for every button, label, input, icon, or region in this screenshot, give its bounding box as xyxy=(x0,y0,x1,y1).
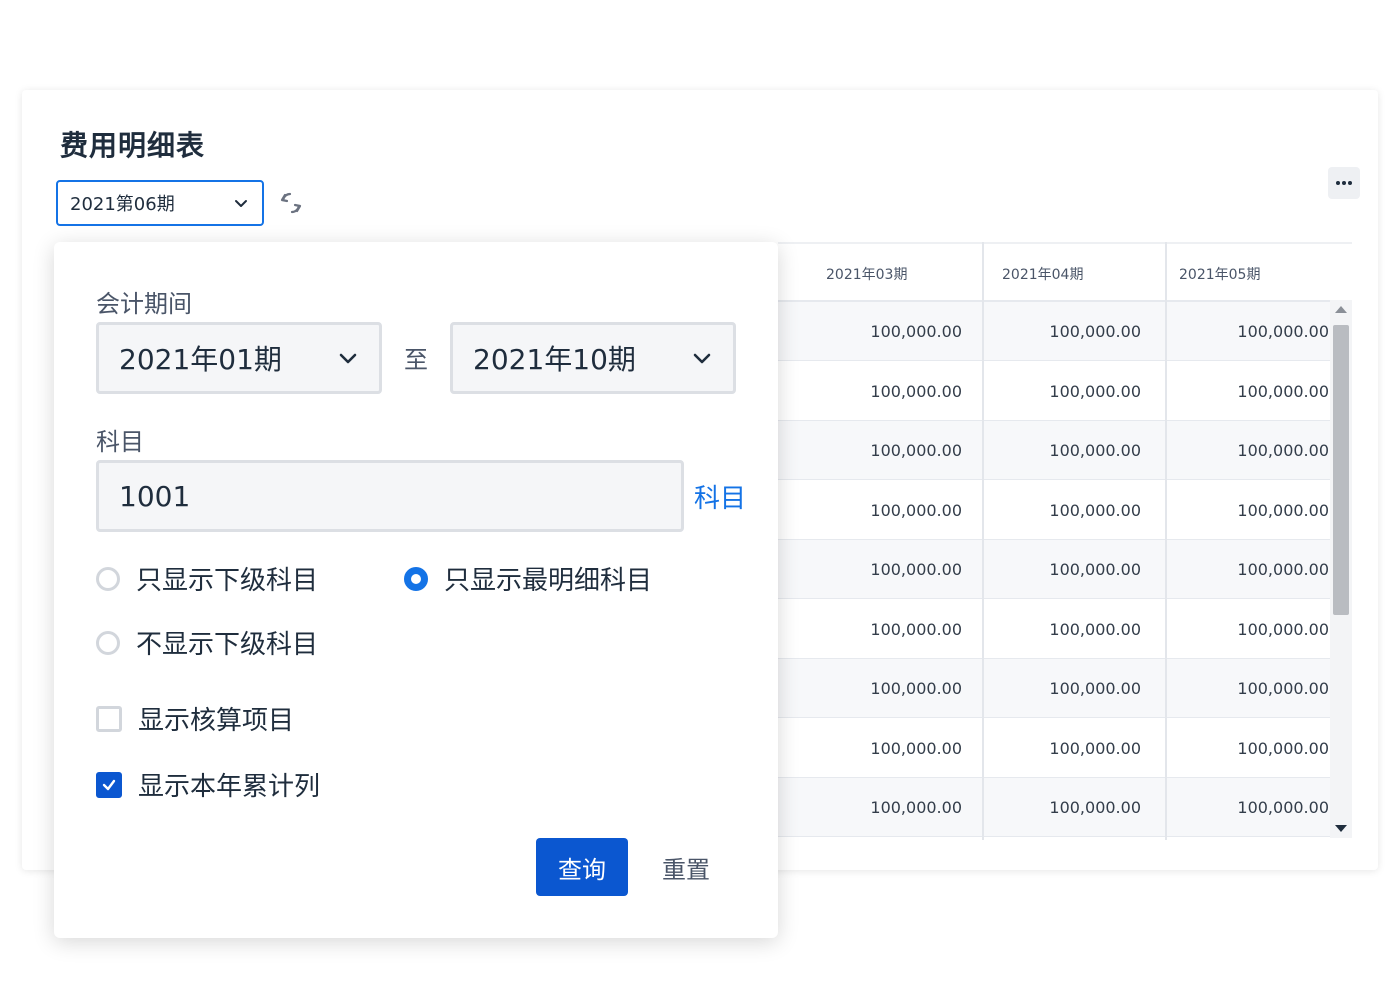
table-cell[interactable]: 100,000.00 xyxy=(1199,540,1329,599)
scroll-up-icon[interactable] xyxy=(1335,306,1347,313)
table-cell[interactable]: 100,000.00 xyxy=(1011,600,1141,659)
table-cell[interactable]: 100,000.00 xyxy=(1011,659,1141,718)
column-header[interactable]: 2021年03期 xyxy=(808,244,907,302)
table-cell[interactable]: 100,000.00 xyxy=(1011,302,1141,361)
refresh-icon[interactable] xyxy=(277,189,305,217)
table-row[interactable]: 100,000.00 100,000.00 100,000.00 xyxy=(778,302,1330,361)
scroll-down-icon[interactable] xyxy=(1335,825,1347,832)
period-to-select[interactable]: 2021年10期 xyxy=(450,322,736,394)
column-divider xyxy=(1165,242,1167,840)
table-cell[interactable]: 100,000.00 xyxy=(1199,481,1329,540)
period-to-value: 2021年10期 xyxy=(473,343,636,376)
table-row[interactable]: 100,000.00 100,000.00 100,000.00 xyxy=(778,719,1330,778)
table-cell[interactable]: 100,000.00 xyxy=(1011,362,1141,421)
table-cell[interactable]: 100,000.00 xyxy=(832,302,962,361)
table-cell[interactable]: 100,000.00 xyxy=(1199,421,1329,480)
table-row[interactable]: 100,000.00 100,000.00 100,000.00 xyxy=(778,778,1330,837)
grid-header: 2021年03期 2021年04期 2021年05期 xyxy=(778,242,1352,302)
radio-label: 只显示下级科目 xyxy=(136,566,319,596)
table-cell[interactable]: 100,000.00 xyxy=(1199,362,1329,421)
checkbox-label: 显示核算项目 xyxy=(138,706,295,736)
radio-label: 不显示下级科目 xyxy=(136,630,319,660)
page-title: 费用明细表 xyxy=(60,129,206,162)
table-cell[interactable]: 100,000.00 xyxy=(1199,659,1329,718)
table-cell[interactable]: 100,000.00 xyxy=(832,600,962,659)
table-cell[interactable]: 100,000.00 xyxy=(1011,778,1141,837)
checkbox-box[interactable] xyxy=(96,705,122,732)
radio-dot[interactable] xyxy=(96,566,120,591)
table-cell[interactable]: 100,000.00 xyxy=(1011,481,1141,540)
radio-most-detailed[interactable]: 只显示最明细科目 xyxy=(404,560,652,597)
query-button[interactable]: 查询 xyxy=(536,838,628,896)
table-cell[interactable]: 100,000.00 xyxy=(832,719,962,778)
table-cell[interactable]: 100,000.00 xyxy=(1199,600,1329,659)
table-cell[interactable]: 100,000.00 xyxy=(832,481,962,540)
period-select-value: 2021第06期 xyxy=(70,194,175,215)
table-row[interactable]: 100,000.00 100,000.00 100,000.00 xyxy=(778,540,1330,599)
vertical-scrollbar[interactable] xyxy=(1330,300,1352,838)
radio-dot[interactable] xyxy=(96,630,120,655)
check-icon xyxy=(102,779,116,790)
account-picker-link[interactable]: 科目 xyxy=(694,478,746,515)
table-row[interactable]: 100,000.00 100,000.00 100,000.00 xyxy=(778,362,1330,421)
column-header[interactable]: 2021年05期 xyxy=(1161,244,1260,302)
table-cell[interactable]: 100,000.00 xyxy=(1011,719,1141,778)
table-cell[interactable]: 100,000.00 xyxy=(832,778,962,837)
period-from-value: 2021年01期 xyxy=(119,343,282,376)
table-cell[interactable]: 100,000.00 xyxy=(1011,421,1141,480)
period-select[interactable]: 2021第06期 xyxy=(56,180,264,226)
table-cell[interactable]: 100,000.00 xyxy=(832,659,962,718)
radio-no-subordinate[interactable]: 不显示下级科目 xyxy=(96,624,318,661)
table-cell[interactable]: 100,000.00 xyxy=(832,362,962,421)
table-row[interactable]: 100,000.00 100,000.00 100,000.00 xyxy=(778,600,1330,659)
table-cell[interactable]: 100,000.00 xyxy=(1199,778,1329,837)
radio-dot-selected[interactable] xyxy=(404,566,428,591)
period-label: 会计期间 xyxy=(96,290,192,318)
checkbox-label: 显示本年累计列 xyxy=(138,772,321,802)
reset-button[interactable]: 重置 xyxy=(662,850,710,885)
scrollbar-thumb[interactable] xyxy=(1333,325,1349,615)
radio-label: 只显示最明细科目 xyxy=(444,566,653,596)
table-row[interactable]: 100,000.00 100,000.00 100,000.00 xyxy=(778,481,1330,540)
table-row[interactable]: 100,000.00 100,000.00 100,000.00 xyxy=(778,659,1330,718)
table-cell[interactable]: 100,000.00 xyxy=(1011,540,1141,599)
chevron-down-icon xyxy=(693,353,711,364)
radio-subordinate-only[interactable]: 只显示下级科目 xyxy=(96,560,318,597)
more-horizontal-icon xyxy=(1336,181,1352,185)
chevron-down-icon xyxy=(235,200,247,207)
column-divider xyxy=(982,242,984,840)
table-cell[interactable]: 100,000.00 xyxy=(832,540,962,599)
account-label: 科目 xyxy=(96,428,144,456)
table-cell[interactable]: 100,000.00 xyxy=(832,421,962,480)
filter-panel: 会计期间 2021年01期 至 2021年10期 科目 科目 只显示下级科目 只… xyxy=(54,242,778,938)
table-cell[interactable]: 100,000.00 xyxy=(1199,719,1329,778)
checkbox-box-checked[interactable] xyxy=(96,771,122,798)
data-grid: 2021年03期 2021年04期 2021年05期 100,000.00 100… xyxy=(778,242,1352,840)
table-cell[interactable]: 100,000.00 xyxy=(1199,302,1329,361)
more-button[interactable] xyxy=(1328,167,1360,199)
account-input[interactable] xyxy=(96,460,684,532)
range-separator: 至 xyxy=(404,346,428,374)
checkbox-show-ytd-column[interactable]: 显示本年累计列 xyxy=(96,766,320,803)
column-header[interactable]: 2021年04期 xyxy=(984,244,1083,302)
period-from-select[interactable]: 2021年01期 xyxy=(96,322,382,394)
checkbox-show-accounting-items[interactable]: 显示核算项目 xyxy=(96,700,294,737)
table-row[interactable]: 100,000.00 100,000.00 100,000.00 xyxy=(778,421,1330,480)
chevron-down-icon xyxy=(339,353,357,364)
